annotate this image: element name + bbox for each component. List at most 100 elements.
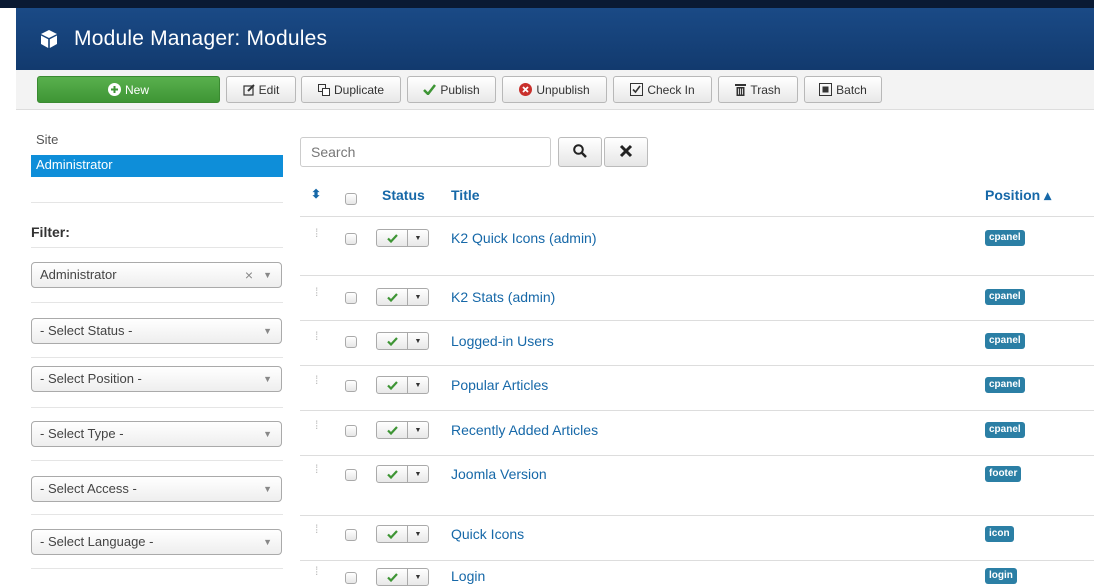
- status-toggle[interactable]: ▼: [376, 568, 429, 586]
- client-filter-value: Administrator: [40, 267, 117, 282]
- language-filter-select[interactable]: - Select Language - ▼: [31, 529, 282, 555]
- module-title-link[interactable]: Quick Icons: [451, 526, 524, 542]
- plus-circle-icon: [107, 83, 121, 96]
- position-badge: footer: [985, 466, 1022, 482]
- caret-down-icon[interactable]: ▼: [408, 376, 429, 394]
- checkin-button-label: Check In: [647, 82, 695, 97]
- status-toggle[interactable]: ▼: [376, 525, 429, 543]
- row-checkbox[interactable]: [345, 336, 357, 348]
- published-check-icon[interactable]: [376, 465, 408, 483]
- sidebar-divider: [31, 202, 283, 203]
- drag-handle-icon[interactable]: ⁞: [315, 523, 319, 535]
- trash-icon: [735, 83, 747, 96]
- clear-search-button[interactable]: [604, 137, 648, 167]
- published-check-icon[interactable]: [376, 332, 408, 350]
- published-check-icon[interactable]: [376, 229, 408, 247]
- drag-handle-icon[interactable]: ⁞: [315, 330, 319, 342]
- published-check-icon[interactable]: [376, 568, 408, 586]
- module-title-link[interactable]: Recently Added Articles: [451, 422, 598, 438]
- status-filter-value: - Select Status -: [40, 323, 133, 338]
- status-toggle[interactable]: ▼: [376, 332, 429, 350]
- filter-divider: [31, 247, 283, 248]
- module-title-link[interactable]: Popular Articles: [451, 377, 548, 393]
- row-checkbox[interactable]: [345, 572, 357, 584]
- module-title-link[interactable]: K2 Stats (admin): [451, 289, 555, 305]
- ordering-sort-icon[interactable]: ⬍: [311, 187, 321, 201]
- title-column-header[interactable]: Title: [451, 187, 480, 203]
- checkin-button[interactable]: Check In: [613, 76, 712, 103]
- chevron-down-icon: ▼: [263, 374, 272, 384]
- caret-down-icon[interactable]: ▼: [408, 288, 429, 306]
- edit-button-label: Edit: [258, 82, 280, 97]
- published-check-icon[interactable]: [376, 525, 408, 543]
- published-check-icon[interactable]: [376, 421, 408, 439]
- edit-button[interactable]: Edit: [226, 76, 296, 103]
- drag-handle-icon[interactable]: ⁞: [315, 419, 319, 431]
- chevron-down-icon: ▼: [263, 537, 272, 547]
- caret-down-icon[interactable]: ▼: [408, 465, 429, 483]
- page-header: Module Manager: Modules: [16, 8, 1094, 70]
- filter-divider: [31, 460, 283, 461]
- checkbox-icon: [630, 83, 644, 96]
- page-title: Module Manager: Modules: [74, 27, 328, 50]
- row-checkbox[interactable]: [345, 425, 357, 437]
- status-column-header[interactable]: Status: [382, 187, 425, 203]
- published-check-icon[interactable]: [376, 288, 408, 306]
- row-checkbox[interactable]: [345, 469, 357, 481]
- close-icon: [619, 144, 633, 161]
- batch-button[interactable]: Batch: [804, 76, 882, 103]
- search-icon: [573, 143, 587, 161]
- batch-icon: [819, 83, 833, 96]
- position-badge: cpanel: [985, 230, 1025, 246]
- caret-down-icon[interactable]: ▼: [408, 568, 429, 586]
- client-filter-select[interactable]: Administrator × ▼: [31, 262, 282, 288]
- module-title-link[interactable]: Joomla Version: [451, 466, 547, 482]
- clear-icon[interactable]: ×: [245, 263, 253, 287]
- position-badge: cpanel: [985, 289, 1025, 305]
- status-toggle[interactable]: ▼: [376, 229, 429, 247]
- access-filter-value: - Select Access -: [40, 481, 137, 496]
- trash-button[interactable]: Trash: [718, 76, 798, 103]
- caret-down-icon[interactable]: ▼: [408, 332, 429, 350]
- sidebar-item-site[interactable]: Site: [31, 130, 283, 152]
- row-checkbox[interactable]: [345, 233, 357, 245]
- status-toggle[interactable]: ▼: [376, 288, 429, 306]
- module-title-link[interactable]: Logged-in Users: [451, 333, 554, 349]
- new-button-label: New: [124, 82, 149, 97]
- type-filter-select[interactable]: - Select Type - ▼: [31, 421, 282, 447]
- drag-handle-icon[interactable]: ⁞: [315, 463, 319, 475]
- module-title-link[interactable]: K2 Quick Icons (admin): [451, 230, 597, 246]
- caret-down-icon[interactable]: ▼: [408, 229, 429, 247]
- search-input[interactable]: [300, 137, 551, 167]
- trash-button-label: Trash: [750, 82, 781, 97]
- status-toggle[interactable]: ▼: [376, 421, 429, 439]
- row-checkbox[interactable]: [345, 529, 357, 541]
- drag-handle-icon[interactable]: ⁞: [315, 374, 319, 386]
- row-checkbox[interactable]: [345, 292, 357, 304]
- new-button[interactable]: New: [37, 76, 220, 103]
- duplicate-button-label: Duplicate: [333, 82, 385, 97]
- status-toggle[interactable]: ▼: [376, 376, 429, 394]
- position-filter-select[interactable]: - Select Position - ▼: [31, 366, 282, 392]
- caret-down-icon[interactable]: ▼: [408, 525, 429, 543]
- module-title-link[interactable]: Login: [451, 568, 485, 584]
- caret-down-icon[interactable]: ▼: [408, 421, 429, 439]
- chevron-down-icon: ▼: [263, 429, 272, 439]
- drag-handle-icon[interactable]: ⁞: [315, 227, 319, 239]
- row-checkbox[interactable]: [345, 380, 357, 392]
- drag-handle-icon[interactable]: ⁞: [315, 286, 319, 298]
- unpublish-button[interactable]: Unpublish: [502, 76, 607, 103]
- position-badge: cpanel: [985, 377, 1025, 393]
- position-column-header[interactable]: Position ▴: [985, 187, 1051, 204]
- search-button[interactable]: [558, 137, 602, 167]
- status-filter-select[interactable]: - Select Status - ▼: [31, 318, 282, 344]
- duplicate-button[interactable]: Duplicate: [301, 76, 401, 103]
- select-all-checkbox[interactable]: [345, 193, 357, 205]
- access-filter-select[interactable]: - Select Access - ▼: [31, 476, 282, 502]
- published-check-icon[interactable]: [376, 376, 408, 394]
- cube-icon: [38, 28, 60, 50]
- drag-handle-icon[interactable]: ⁞: [315, 565, 319, 577]
- sidebar-item-administrator[interactable]: Administrator: [31, 155, 283, 177]
- publish-button[interactable]: Publish: [407, 76, 496, 103]
- status-toggle[interactable]: ▼: [376, 465, 429, 483]
